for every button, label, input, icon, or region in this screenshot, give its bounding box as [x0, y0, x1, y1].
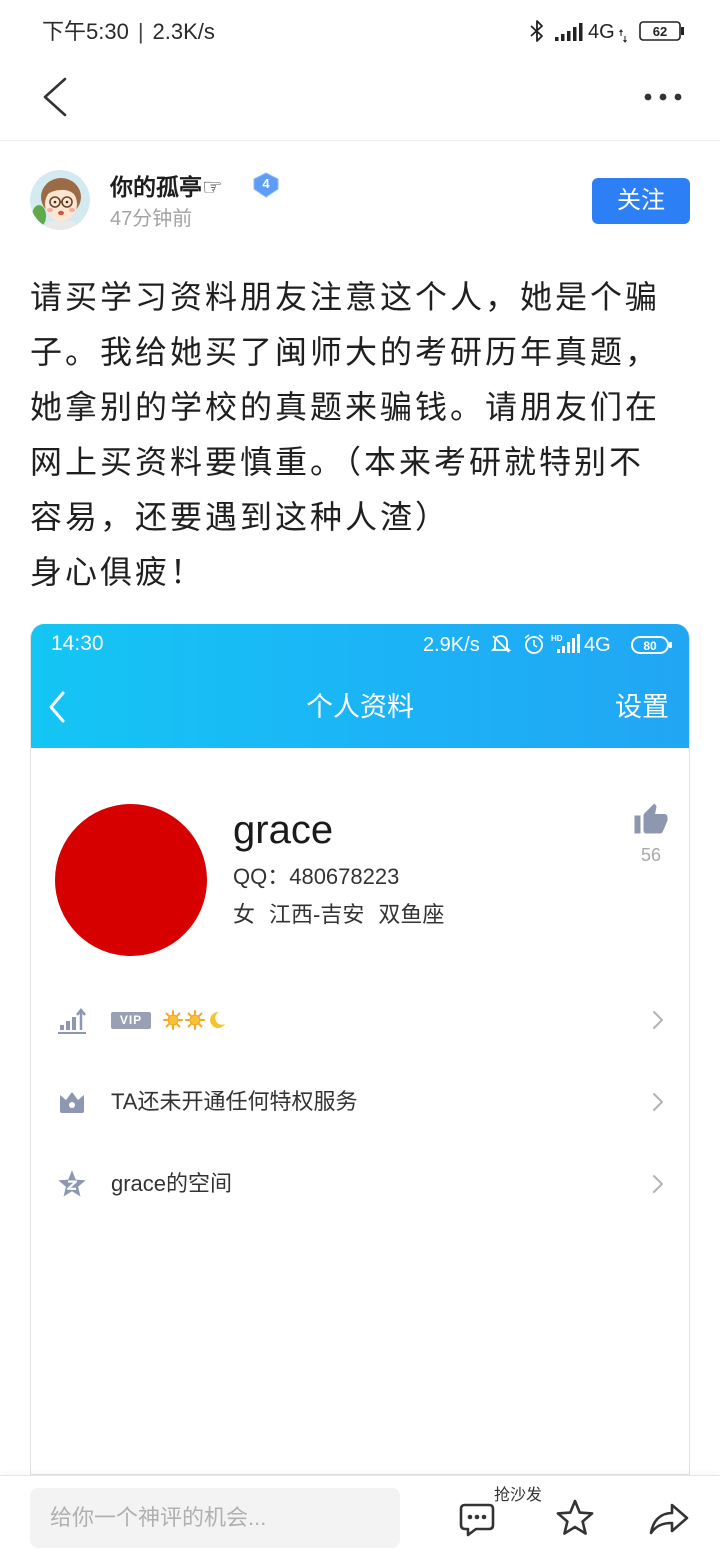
post-body: 请买学习资料朋友注意这个人，她是个骗 子。我给她买了闽师大的考研历年真题， 她拿… [30, 270, 690, 600]
status-separator: | [137, 19, 144, 44]
follow-button[interactable]: 关注 [592, 178, 690, 224]
shot-page-title: 个人资料 [306, 692, 414, 722]
status-bar: 下午5:30 | 2.3K/s 4G 62 [0, 0, 720, 62]
sun-icon [163, 1010, 183, 1030]
data-arrows-icon [619, 29, 627, 43]
status-time: 下午5:30 [42, 19, 129, 44]
post-text-line: 她拿别的学校的真题来骗钱。请朋友们在 [30, 389, 661, 425]
level-chart-icon [58, 1007, 86, 1034]
post-text-line: 网上买资料要慎重。（本来考研就特别不 [30, 444, 645, 480]
moon-icon [210, 1011, 225, 1028]
attached-screenshot[interactable]: 14:30 2.9K/s HD 4G 80 个人资料 设置 grace QQ：4… [30, 624, 690, 1475]
comment-input[interactable] [30, 1488, 400, 1548]
space-row: grace的空间 [31, 1143, 689, 1225]
level-row: VIP [31, 979, 689, 1061]
post-text-line: 容易，还要遇到这种人渣） [30, 499, 451, 535]
network-speed: 2.3K/s [152, 19, 215, 44]
privilege-label: TA还未开通任何特权服务 [111, 1089, 358, 1114]
author-name[interactable]: 你的孤亭☞ [110, 172, 223, 202]
alarm-icon [524, 634, 544, 654]
level-badge-number: 4 [262, 176, 270, 191]
post-time: 47分钟前 [110, 208, 193, 230]
post-text-line: 请买学习资料朋友注意这个人，她是个骗 [30, 279, 661, 315]
chevron-right-icon [653, 1093, 663, 1111]
shot-settings-label: 设置 [615, 692, 669, 722]
profile-avatar [55, 804, 207, 956]
more-dots-icon[interactable] [642, 88, 684, 106]
hd-signal-icon: HD [551, 634, 580, 653]
shot-network-type: 4G [584, 634, 611, 656]
sofa-label: 抢沙发 [494, 1487, 543, 1504]
svg-text:HD: HD [551, 634, 563, 643]
shot-battery-icon: 80 [631, 636, 672, 654]
battery-level: 62 [653, 24, 667, 39]
level-badge: 4 [252, 172, 280, 198]
mute-notification-icon [490, 635, 512, 653]
space-star-icon [58, 1170, 86, 1197]
level-icons [163, 1010, 227, 1030]
vip-badge: VIP [111, 1012, 151, 1029]
profile-location: 江西-吉安 [269, 902, 365, 927]
shot-header: 14:30 2.9K/s HD 4G 80 个人资料 设置 [31, 624, 689, 748]
post-text-line: 身心俱疲！ [30, 554, 206, 590]
comment-icon[interactable] [458, 1502, 496, 1538]
chevron-right-icon [653, 1011, 663, 1029]
profile-name: grace [233, 808, 334, 852]
shot-network-speed: 2.9K/s [423, 634, 480, 656]
status-left: 下午5:30 | 2.3K/s [42, 17, 215, 47]
favorite-star-icon[interactable] [555, 1498, 595, 1538]
signal-icon [555, 23, 583, 41]
profile-zodiac: 双鱼座 [378, 902, 445, 927]
chevron-right-icon [653, 1175, 663, 1193]
battery-icon: 62 [639, 21, 684, 41]
thumb-up-icon [634, 803, 668, 834]
shot-status-time: 14:30 [51, 632, 104, 655]
share-icon[interactable] [648, 1501, 690, 1537]
chevron-left-icon[interactable] [40, 76, 70, 118]
network-type: 4G [588, 21, 615, 43]
space-label: grace的空间 [111, 1171, 233, 1196]
nav-divider [0, 140, 720, 141]
bluetooth-icon [530, 20, 543, 42]
sun-icon [185, 1010, 205, 1030]
profile-gender: 女 [233, 902, 256, 927]
like-count: 56 [640, 845, 662, 865]
privilege-row: TA还未开通任何特权服务 [31, 1061, 689, 1143]
post-text-line: 子。我给她买了闽师大的考研历年真题， [30, 334, 661, 370]
profile-info: 女江西-吉安 双鱼座 [233, 900, 458, 930]
shot-battery-level: 80 [643, 639, 657, 653]
bottom-action-bar: 抢沙发 [0, 1475, 720, 1560]
profile-qq: QQ：480678223 [233, 864, 400, 889]
author-avatar[interactable] [30, 170, 90, 230]
privilege-crown-icon [60, 1092, 84, 1113]
